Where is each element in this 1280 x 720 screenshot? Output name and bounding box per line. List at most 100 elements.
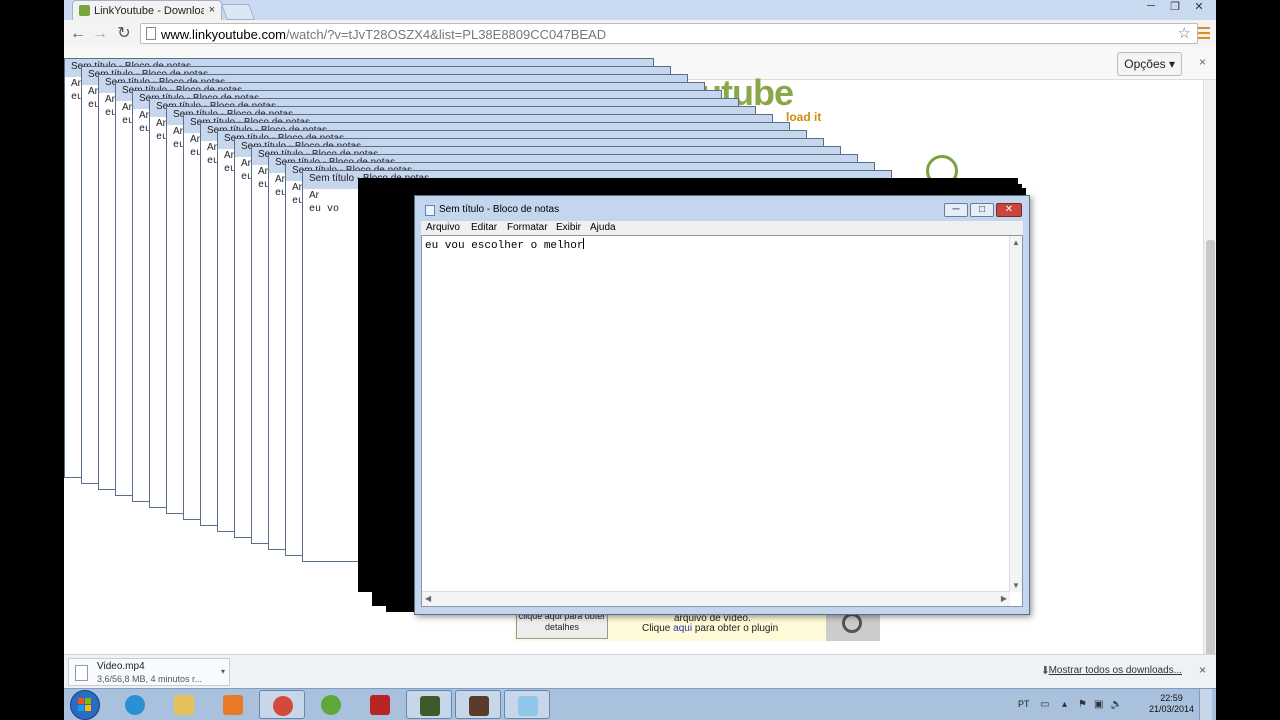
duplicate-text: eu vo: [309, 204, 340, 215]
window-restore-button[interactable]: ❐: [1164, 0, 1186, 14]
duplicate-menu: Ar: [190, 134, 200, 145]
notepad-text-area[interactable]: eu vou escolher o melhor ▲ ▼ ◀ ▶: [421, 235, 1023, 607]
plugin-notice-line2: Clique aqui para obter o plugin: [642, 623, 779, 634]
duplicate-menu: Ar: [122, 102, 132, 113]
taskbar-item[interactable]: [161, 690, 207, 719]
clock-date: 21/03/2014: [1148, 704, 1194, 714]
volume-icon[interactable]: 🔈: [1110, 699, 1122, 710]
duplicate-menu: Ar: [139, 110, 149, 121]
linkyoutube-favicon-icon: [79, 5, 90, 16]
menu-exibir[interactable]: Exibir: [556, 222, 581, 233]
system-clock[interactable]: 22:59 21/03/2014: [1149, 693, 1194, 715]
spinner-icon: [842, 613, 862, 633]
plugin-link[interactable]: aqui: [673, 623, 692, 634]
notepad-window[interactable]: Sem título - Bloco de notas ─ □ ✕ Arquiv…: [414, 195, 1030, 615]
games-icon: [321, 695, 341, 715]
window-close-button[interactable]: ✕: [1188, 0, 1210, 14]
duplicate-menu: Ar: [241, 158, 251, 169]
page-icon: [146, 27, 156, 40]
duplicate-menu: Ar: [224, 150, 234, 161]
duplicate-menu: Ar: [88, 86, 98, 97]
notepad-horizontal-scrollbar[interactable]: ◀ ▶: [422, 591, 1010, 606]
taskbar-item[interactable]: [504, 690, 550, 719]
download-menu-chevron-icon[interactable]: ▾: [221, 667, 225, 676]
action-center-flag-icon[interactable]: ⚑: [1078, 699, 1087, 710]
menu-ajuda[interactable]: Ajuda: [590, 222, 616, 233]
forward-arrow-icon[interactable]: →: [90, 24, 110, 44]
tab-close-button[interactable]: ×: [209, 4, 215, 16]
browser-tab[interactable]: LinkYoutube - Download ×: [72, 0, 222, 20]
taskbar-item[interactable]: [210, 690, 256, 719]
app-dark-icon: [420, 696, 440, 716]
download-file-name: Video.mp4: [97, 661, 145, 672]
show-desktop-button[interactable]: [1199, 689, 1212, 720]
network-icon[interactable]: ▣: [1094, 699, 1103, 710]
duplicate-menu: Ar: [105, 94, 115, 105]
app-red-icon: [370, 695, 390, 715]
download-shelf-close-button[interactable]: ×: [1199, 663, 1206, 677]
taskbar-item[interactable]: [112, 690, 158, 719]
taskbar-item[interactable]: [455, 690, 501, 719]
scroll-down-arrow-icon[interactable]: ▼: [1012, 581, 1020, 590]
reload-icon[interactable]: ↻: [114, 24, 134, 44]
chrome-menu-icon[interactable]: [1198, 27, 1210, 39]
language-indicator[interactable]: PT: [1018, 699, 1030, 709]
menu-formatar[interactable]: Formatar: [507, 222, 548, 233]
notepad-close-button[interactable]: ✕: [996, 203, 1022, 217]
page-scrollbar-thumb[interactable]: [1206, 240, 1215, 660]
show-all-downloads-link[interactable]: Mostrar todos os downloads...: [1049, 665, 1182, 676]
notepad-icon: [518, 696, 538, 716]
duplicate-menu: Ar: [258, 166, 268, 177]
new-tab-button[interactable]: [221, 4, 255, 20]
url-path: /watch/?v=tJvT28OSZX4&list=PL38E8809CC04…: [286, 27, 607, 42]
file-icon: [75, 665, 88, 681]
taskbar-item[interactable]: [259, 690, 305, 719]
taskbar-item[interactable]: [308, 690, 354, 719]
options-dropdown-button[interactable]: Opções ▾: [1117, 52, 1182, 76]
url-host: www.linkyoutube.com: [161, 27, 286, 42]
duplicate-menu: Ar: [71, 78, 81, 89]
media-player-icon: [223, 695, 243, 715]
duplicate-menu: Ar: [173, 126, 183, 137]
text-caret: [583, 238, 585, 249]
menu-editar[interactable]: Editar: [471, 222, 497, 233]
download-status: 3,6/56,8 MB, 4 minutos r...: [97, 674, 203, 684]
taskbar-item[interactable]: [357, 690, 403, 719]
tab-title: LinkYoutube - Download: [94, 5, 204, 17]
start-button[interactable]: [70, 690, 100, 720]
duplicate-menu: Ar: [309, 190, 319, 201]
infobar-close-button[interactable]: ×: [1199, 55, 1206, 69]
address-bar[interactable]: www.linkyoutube.com/watch/?v=tJvT28OSZX4…: [140, 23, 1198, 44]
duplicate-menu: Ar: [207, 142, 217, 153]
browser-toolbar: ← → ↻ www.linkyoutube.com/watch/?v=tJvT2…: [64, 20, 1216, 47]
download-shelf: Video.mp4 3,6/56,8 MB, 4 minutos r... ▾ …: [64, 654, 1216, 689]
notepad-vertical-scrollbar[interactable]: ▲ ▼: [1009, 236, 1022, 592]
app-dark-2-icon: [469, 696, 489, 716]
back-arrow-icon[interactable]: ←: [68, 24, 88, 44]
duplicate-menu: Ar: [292, 182, 302, 193]
scroll-left-arrow-icon[interactable]: ◀: [425, 594, 431, 603]
download-item[interactable]: Video.mp4 3,6/56,8 MB, 4 minutos r... ▾: [68, 658, 230, 686]
windows-taskbar: PT ▭ ▴ ⚑ ▣ 🔈 22:59 21/03/2014: [64, 688, 1216, 720]
notepad-menubar: Arquivo Editar Formatar Exibir Ajuda: [421, 221, 1023, 235]
duplicate-menu: Ar: [275, 174, 285, 185]
clock-time: 22:59: [1160, 693, 1183, 703]
page-scrollbar[interactable]: [1203, 80, 1216, 660]
notepad-maximize-button[interactable]: □: [970, 203, 994, 217]
internet-explorer-icon: [125, 695, 145, 715]
window-minimize-button[interactable]: ─: [1140, 0, 1162, 14]
scroll-right-arrow-icon[interactable]: ▶: [1001, 594, 1007, 603]
menu-arquivo[interactable]: Arquivo: [426, 222, 460, 233]
notepad-title: Sem título - Bloco de notas: [439, 204, 560, 215]
options-label: Opções: [1124, 57, 1166, 71]
notepad-text: eu vou escolher o melhor: [425, 240, 584, 252]
chrome-icon: [273, 696, 293, 716]
system-tray: PT ▭ ▴ ⚑ ▣ 🔈 22:59 21/03/2014: [1012, 689, 1212, 720]
show-hidden-icons-icon[interactable]: ▴: [1062, 699, 1067, 710]
bookmark-star-icon[interactable]: ☆: [1178, 24, 1191, 42]
notepad-minimize-button[interactable]: ─: [944, 203, 968, 217]
scroll-up-arrow-icon[interactable]: ▲: [1012, 238, 1020, 247]
taskbar-item[interactable]: [406, 690, 452, 719]
explorer-folder-icon: [174, 695, 194, 715]
keyboard-icon[interactable]: ▭: [1040, 699, 1049, 710]
